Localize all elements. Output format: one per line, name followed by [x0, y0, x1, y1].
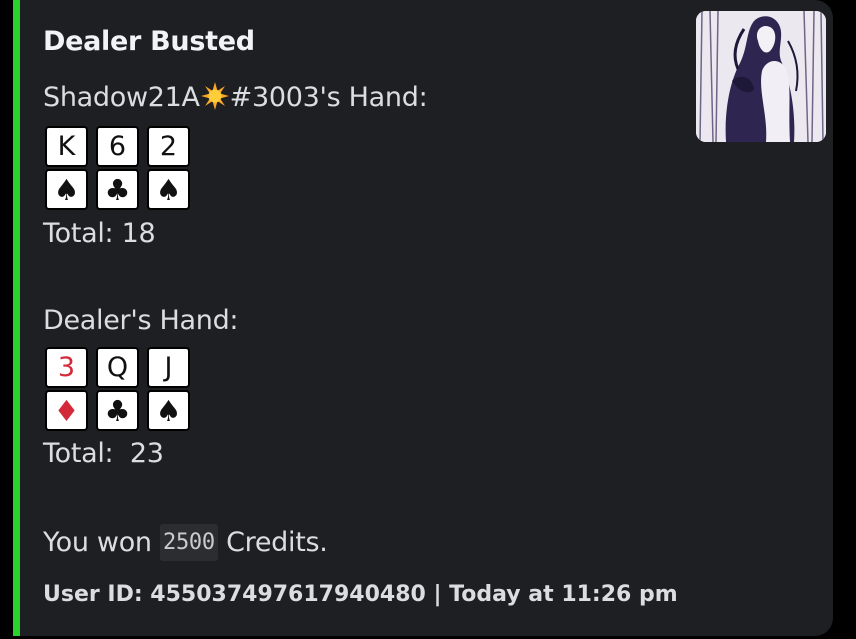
card-suit-icon: ♠ [45, 169, 88, 210]
blackjack-embed: Dealer Busted Shadow21A #3003's Hand: K ♠… [13, 0, 833, 636]
result-prefix: You won [43, 527, 161, 558]
player-cards: K ♠ 6 ♣ 2 ♠ [45, 126, 190, 210]
playing-card: 2 ♠ [147, 126, 190, 210]
card-suit-icon: ♣ [96, 169, 139, 210]
result-suffix: Credits. [217, 527, 328, 558]
card-rank: K [45, 126, 88, 167]
dealer-cards: 3 ♦ Q ♣ J ♠ [45, 347, 190, 431]
embed-footer: User ID: 455037497617940480 | Today at 1… [43, 582, 678, 607]
card-suit-icon: ♦ [45, 390, 88, 431]
embed-thumbnail[interactable] [696, 11, 826, 142]
card-suit-icon: ♠ [147, 169, 190, 210]
result-text: You won 2500 Credits. [43, 524, 328, 561]
playing-card: 3 ♦ [45, 347, 88, 431]
anime-illustration-image [696, 11, 826, 142]
player-hand-label: Shadow21A #3003's Hand: [43, 82, 428, 113]
dealer-total: Total: 23 [43, 438, 164, 469]
dealer-hand-label: Dealer's Hand: [43, 305, 239, 336]
player-hand-suffix: #3003's Hand: [229, 82, 428, 113]
credits-amount: 2500 [160, 524, 218, 561]
card-suit-icon: ♣ [96, 390, 139, 431]
playing-card: Q ♣ [96, 347, 139, 431]
card-rank: 3 [45, 347, 88, 388]
card-rank: J [147, 347, 190, 388]
playing-card: J ♠ [147, 347, 190, 431]
embed-title: Dealer Busted [43, 26, 255, 57]
card-suit-icon: ♠ [147, 390, 190, 431]
card-rank: Q [96, 347, 139, 388]
player-total: Total: 18 [43, 218, 156, 249]
playing-card: 6 ♣ [96, 126, 139, 210]
sun-emoji-icon [200, 82, 229, 110]
playing-card: K ♠ [45, 126, 88, 210]
card-rank: 6 [96, 126, 139, 167]
player-name: Shadow21A [43, 82, 200, 113]
card-rank: 2 [147, 126, 190, 167]
